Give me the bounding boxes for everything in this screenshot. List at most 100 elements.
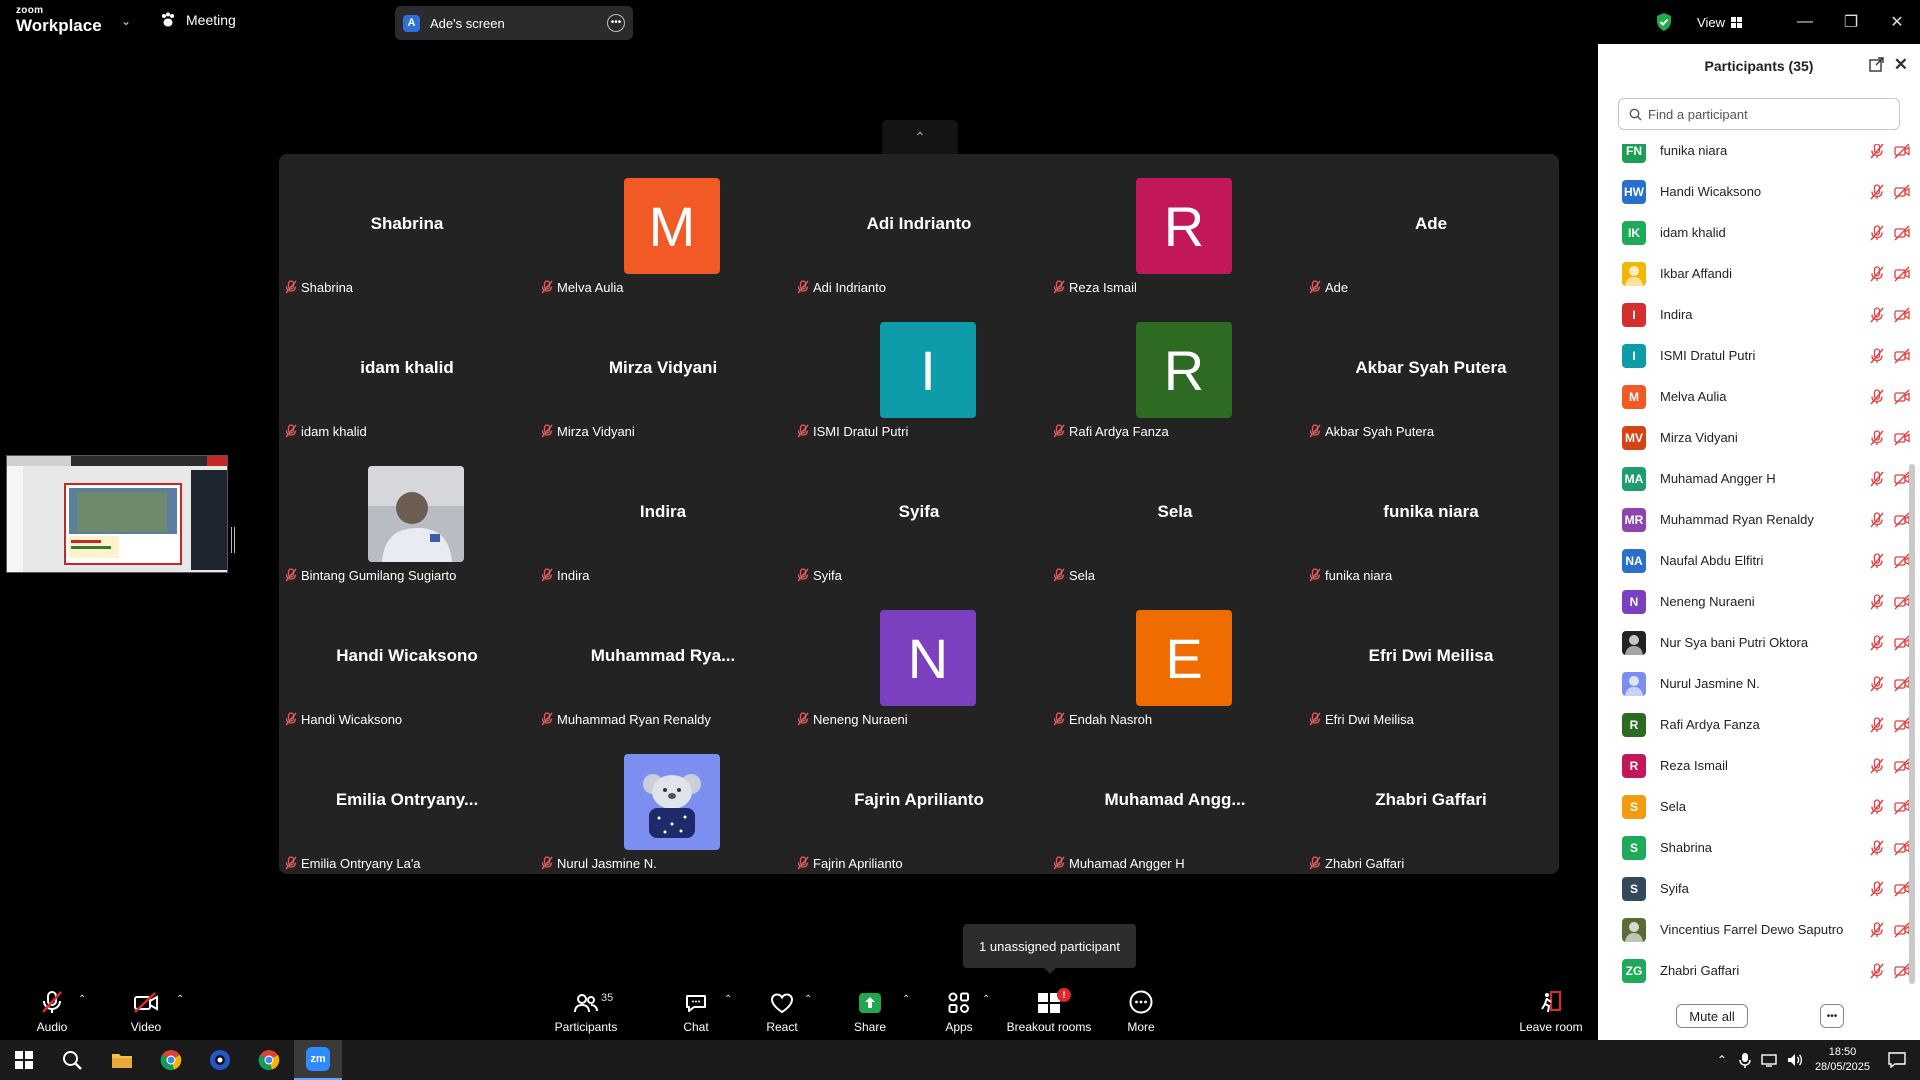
chrome-profile-icon[interactable] [245,1040,293,1080]
participant-row[interactable]: MA Muhamad Angger H [1598,458,1910,499]
video-options-caret[interactable]: ⌃ [176,994,184,1005]
participant-tile[interactable]: Zhabri Gaffari Zhabri Gaffari [1303,730,1559,874]
more-options-icon[interactable]: ••• [607,14,625,32]
apps-button[interactable]: Apps [940,980,978,1040]
mic-muted-icon[interactable] [1869,552,1885,569]
video-off-icon[interactable] [1894,635,1910,651]
video-off-icon[interactable] [1894,512,1910,528]
react-options-caret[interactable]: ⌃ [804,994,812,1005]
close-panel-icon[interactable]: ✕ [1894,55,1908,75]
minimize-button[interactable]: — [1782,0,1828,44]
apps-options-caret[interactable]: ⌃ [982,994,990,1005]
participant-row[interactable]: Nur Sya bani Putri Oktora [1598,622,1910,663]
video-off-icon[interactable] [1894,594,1910,610]
volume-icon[interactable] [1787,1053,1803,1067]
video-off-icon[interactable] [1894,922,1910,938]
shared-screen-thumbnail[interactable] [6,455,228,573]
video-off-icon[interactable] [1894,471,1910,487]
mic-muted-icon[interactable] [1869,306,1885,323]
participant-tile[interactable]: Indira Indira [535,442,791,586]
mic-muted-icon[interactable] [1869,347,1885,364]
participant-tile[interactable]: Handi Wicaksono Handi Wicaksono [279,586,535,730]
participant-row[interactable]: R Reza Ismail [1598,745,1910,786]
video-off-icon[interactable] [1894,840,1910,856]
participant-row[interactable]: ZG Zhabri Gaffari [1598,950,1910,991]
participants-button[interactable]: Participants [552,980,620,1040]
participant-tile[interactable]: R Rafi Ardya Fanza [1047,298,1303,442]
mute-all-button[interactable]: Mute all [1676,1004,1748,1028]
participant-row[interactable]: Nurul Jasmine N. [1598,663,1910,704]
audio-button[interactable]: Audio [30,980,74,1040]
participant-tile[interactable]: E Endah Nasroh [1047,586,1303,730]
participant-tile[interactable]: funika niara funika niara [1303,442,1559,586]
mic-muted-icon[interactable] [1869,511,1885,528]
react-button[interactable]: React [760,980,804,1040]
participant-list-scrollbar[interactable] [1909,464,1915,984]
microphone-tray-icon[interactable] [1739,1052,1751,1068]
mic-muted-icon[interactable] [1869,839,1885,856]
thumbnail-resize-handle[interactable] [231,527,235,553]
mic-muted-icon[interactable] [1869,675,1885,692]
participant-tile[interactable]: Nurul Jasmine N. [535,730,791,874]
participant-tile[interactable]: N Neneng Nuraeni [791,586,1047,730]
participant-tile[interactable]: Bintang Gumilang Sugiarto [279,442,535,586]
mic-muted-icon[interactable] [1869,757,1885,774]
participant-tile[interactable]: Akbar Syah Putera Akbar Syah Putera [1303,298,1559,442]
video-off-icon[interactable] [1894,144,1910,159]
video-off-icon[interactable] [1894,799,1910,815]
chevron-down-icon[interactable]: ⌄ [121,14,131,28]
video-off-icon[interactable] [1894,963,1910,979]
participant-row[interactable]: I Indira [1598,294,1910,335]
leave-room-button[interactable]: Leave room [1514,980,1588,1040]
participant-tile[interactable]: Adi Indrianto Adi Indrianto [791,154,1047,298]
participant-tile[interactable]: Fajrin Aprilianto Fajrin Aprilianto [791,730,1047,874]
search-input[interactable] [1648,106,1888,122]
restore-button[interactable]: ❐ [1828,0,1874,44]
participant-search[interactable] [1618,98,1900,130]
participant-tile[interactable]: I ISMI Dratul Putri [791,298,1047,442]
participant-tile[interactable]: Sela Sela [1047,442,1303,586]
mic-muted-icon[interactable] [1869,634,1885,651]
mic-muted-icon[interactable] [1869,798,1885,815]
zoom-taskbar-icon[interactable]: zm [294,1040,342,1080]
participant-tile[interactable]: Emilia Ontryany... Emilia Ontryany La'a [279,730,535,874]
mic-muted-icon[interactable] [1869,224,1885,241]
clock[interactable]: 18:50 28/05/2025 [1815,1045,1870,1075]
share-options-caret[interactable]: ⌃ [902,994,910,1005]
mic-muted-icon[interactable] [1869,880,1885,897]
video-off-icon[interactable] [1894,430,1910,446]
windows-start-icon[interactable] [0,1040,48,1080]
mic-muted-icon[interactable] [1869,716,1885,733]
pop-out-icon[interactable] [1869,57,1884,72]
participant-tile[interactable]: R Reza Ismail [1047,154,1303,298]
notification-icon[interactable] [1888,1052,1906,1068]
participant-row[interactable]: HW Handi Wicaksono [1598,171,1910,212]
mic-muted-icon[interactable] [1869,429,1885,446]
mic-muted-icon[interactable] [1869,144,1885,159]
video-button[interactable]: Video [124,980,168,1040]
participant-tile[interactable]: Muhamad Angg... Muhamad Angger H [1047,730,1303,874]
chrome-icon[interactable] [147,1040,195,1080]
participant-row[interactable]: Ikbar Affandi [1598,253,1910,294]
participant-row[interactable]: S Syifa [1598,868,1910,909]
participant-tile[interactable]: Efri Dwi Meilisa Efri Dwi Meilisa [1303,586,1559,730]
mic-muted-icon[interactable] [1869,183,1885,200]
close-window-button[interactable]: ✕ [1874,0,1920,44]
video-off-icon[interactable] [1894,225,1910,241]
participant-tile[interactable]: Mirza Vidyani Mirza Vidyani [535,298,791,442]
video-off-icon[interactable] [1894,553,1910,569]
screen-share-indicator[interactable]: A Ade's screen ••• [395,6,633,40]
participant-tile[interactable]: Muhammad Rya... Muhammad Ryan Renaldy [535,586,791,730]
video-off-icon[interactable] [1894,348,1910,364]
more-button[interactable]: More [1120,980,1162,1040]
participant-row[interactable]: I ISMI Dratul Putri [1598,335,1910,376]
video-off-icon[interactable] [1894,307,1910,323]
participant-tile[interactable]: idam khalid idam khalid [279,298,535,442]
video-off-icon[interactable] [1894,184,1910,200]
video-off-icon[interactable] [1894,881,1910,897]
mic-muted-icon[interactable] [1869,388,1885,405]
participant-tile[interactable]: Shabrina Shabrina [279,154,535,298]
mic-muted-icon[interactable] [1869,593,1885,610]
chat-options-caret[interactable]: ⌃ [724,994,732,1005]
tray-chevron-up-icon[interactable]: ⌃ [1717,1053,1727,1067]
